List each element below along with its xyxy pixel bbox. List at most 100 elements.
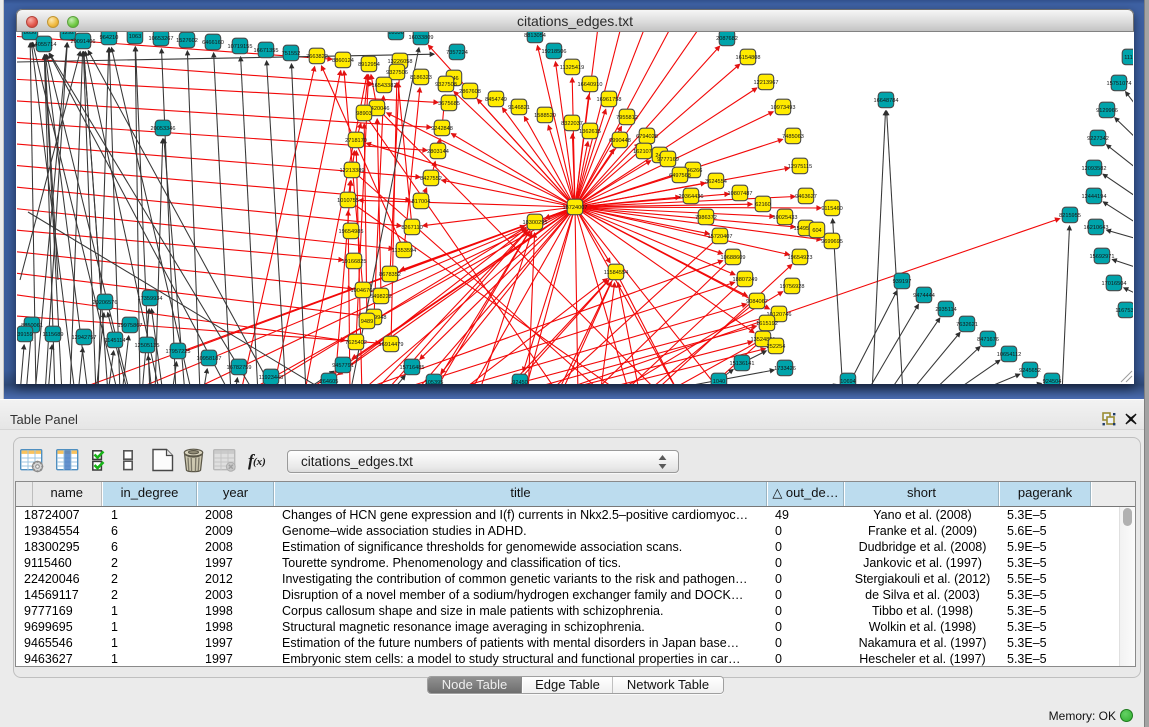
svg-text:2718170: 2718170 — [345, 138, 367, 144]
svg-text:924504: 924504 — [1043, 379, 1062, 384]
svg-text:2803144: 2803144 — [427, 149, 449, 155]
svg-text:18724007: 18724007 — [563, 205, 588, 211]
svg-text:15692971: 15692971 — [1090, 254, 1115, 260]
svg-text:2867608: 2867608 — [459, 89, 481, 95]
svg-text:9777169: 9777169 — [657, 157, 679, 163]
svg-text:11923448: 11923448 — [259, 375, 283, 381]
svg-text:15720407: 15720407 — [708, 234, 733, 240]
svg-text:16914479: 16914479 — [379, 342, 404, 348]
svg-text:15751074: 15751074 — [1107, 81, 1132, 87]
svg-text:2935114: 2935114 — [935, 307, 956, 313]
svg-text:16640910: 16640910 — [578, 82, 603, 88]
svg-text:16671355: 16671355 — [254, 48, 279, 54]
svg-text:20206576: 20206576 — [93, 300, 118, 306]
svg-text:8860124: 8860124 — [332, 58, 354, 64]
svg-text:98903: 98903 — [356, 111, 372, 117]
svg-text:16543382: 16543382 — [372, 83, 397, 89]
svg-text:8215955: 8215955 — [1059, 213, 1081, 219]
svg-text:10025433: 10025433 — [773, 215, 798, 221]
svg-text:19166825: 19166825 — [342, 259, 367, 265]
svg-text:9146821: 9146821 — [508, 105, 530, 111]
svg-text:20091406: 20091406 — [71, 39, 96, 45]
svg-text:7663822: 7663822 — [306, 54, 328, 60]
svg-text:16782759: 16782759 — [227, 365, 252, 371]
svg-text:105395: 105395 — [425, 380, 444, 384]
svg-text:8322037: 8322037 — [561, 121, 583, 127]
svg-text:1527602: 1527602 — [176, 38, 198, 44]
svg-text:1615192: 1615192 — [756, 321, 778, 327]
svg-text:15136141: 15136141 — [730, 361, 755, 367]
svg-text:5498222: 5498222 — [370, 294, 392, 300]
svg-text:9327506: 9327506 — [386, 70, 408, 76]
svg-text:17359934: 17359934 — [138, 296, 163, 302]
svg-text:9327508: 9327508 — [435, 82, 457, 88]
svg-text:14055714: 14055714 — [32, 42, 57, 48]
svg-text:7357224: 7357224 — [446, 50, 468, 56]
svg-text:1063: 1063 — [129, 34, 141, 40]
svg-text:16033809: 16033809 — [409, 35, 434, 41]
svg-text:9227342: 9227342 — [1087, 136, 1109, 142]
svg-text:9242848: 9242848 — [431, 126, 453, 132]
svg-text:62160: 62160 — [755, 202, 771, 208]
svg-text:6466160: 6466160 — [202, 40, 224, 46]
svg-text:12942757: 12942757 — [72, 335, 97, 341]
svg-text:16648784: 16648784 — [874, 98, 899, 104]
svg-text:1292: 1292 — [62, 32, 74, 36]
svg-text:9129966: 9129966 — [1096, 108, 1118, 114]
svg-text:1040: 1040 — [713, 379, 725, 384]
svg-text:7485063: 7485063 — [782, 134, 804, 140]
svg-text:6990448: 6990448 — [609, 138, 631, 144]
svg-text:19654923: 19654923 — [788, 255, 813, 261]
svg-text:8678352: 8678352 — [379, 272, 401, 278]
svg-text:1362615: 1362615 — [579, 129, 601, 135]
svg-text:9463627: 9463627 — [795, 194, 817, 200]
svg-text:12093582: 12093582 — [1082, 166, 1107, 172]
svg-text:7955812: 7955812 — [616, 115, 638, 121]
svg-text:18807249: 18807249 — [733, 277, 758, 283]
svg-text:10719155: 10719155 — [228, 44, 253, 50]
svg-text:6497568: 6497568 — [669, 173, 691, 179]
svg-text:8912954: 8912954 — [358, 62, 380, 68]
svg-text:11584554: 11584554 — [604, 270, 628, 276]
svg-text:817004: 817004 — [412, 199, 431, 205]
svg-text:1733426: 1733426 — [774, 366, 796, 372]
svg-text:252254: 252254 — [767, 344, 786, 350]
svg-text:19756928: 19756928 — [780, 284, 805, 290]
svg-text:939197: 939197 — [893, 279, 912, 285]
svg-text:18300295: 18300295 — [523, 220, 548, 226]
svg-text:8267110: 8267110 — [401, 225, 422, 231]
svg-text:92450: 92450 — [512, 380, 528, 384]
svg-text:39159: 39159 — [17, 332, 33, 338]
svg-text:9489: 9489 — [361, 319, 373, 325]
svg-text:2087682: 2087682 — [716, 36, 738, 42]
svg-text:11325419: 11325419 — [560, 65, 584, 71]
svg-text:964210: 964210 — [100, 35, 119, 41]
svg-text:19654985: 19654985 — [339, 229, 364, 235]
svg-text:12213389: 12213389 — [340, 168, 365, 174]
svg-text:17957225: 17957225 — [166, 349, 191, 355]
svg-text:1115689: 1115689 — [43, 332, 64, 338]
svg-text:7632621: 7632621 — [956, 322, 978, 328]
svg-text:9245652: 9245652 — [1019, 368, 1041, 374]
svg-text:8656: 8656 — [24, 32, 36, 36]
svg-text:12975115: 12975115 — [788, 164, 812, 170]
svg-text:8454749: 8454749 — [485, 97, 507, 103]
svg-text:12213967: 12213967 — [754, 80, 779, 86]
svg-text:(x): (x) — [253, 456, 266, 468]
svg-text:604: 604 — [812, 228, 821, 234]
svg-text:9457791: 9457791 — [332, 363, 354, 369]
svg-text:751552: 751552 — [282, 51, 301, 57]
svg-text:10654112: 10654112 — [997, 352, 1021, 358]
svg-text:16961758: 16961758 — [597, 97, 622, 103]
svg-text:12444194: 12444194 — [1082, 194, 1107, 200]
svg-text:12505135: 12505135 — [135, 343, 160, 349]
svg-text:1117: 1117 — [1124, 55, 1133, 61]
svg-text:11353594: 11353594 — [392, 248, 416, 254]
svg-text:1167533: 1167533 — [1115, 308, 1133, 314]
svg-text:10688609: 10688609 — [721, 255, 746, 261]
svg-text:16210643: 16210643 — [1084, 225, 1109, 231]
svg-text:16154808: 16154808 — [736, 55, 761, 61]
svg-text:1588520: 1588520 — [534, 113, 556, 119]
svg-text:7625402: 7625402 — [345, 340, 367, 346]
svg-text:264605: 264605 — [320, 379, 339, 384]
